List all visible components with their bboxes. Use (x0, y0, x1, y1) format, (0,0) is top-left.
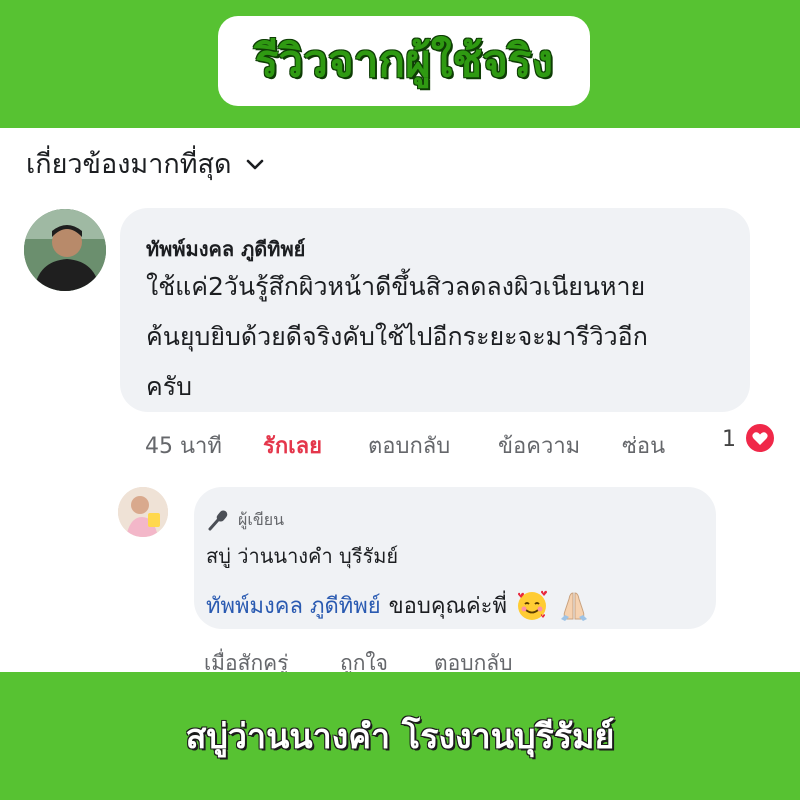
folded-hands-icon (561, 591, 588, 621)
header-title-box: รีวิวจากผู้ใช้จริง (218, 16, 590, 106)
microphone-icon (208, 510, 228, 531)
author-badge: ผู้เขียน (206, 507, 284, 533)
reply-text: ทัพพ์มงคล ภูดีทิพย์ ขอบคุณค่ะพี่ (206, 588, 591, 623)
heart-icon[interactable] (744, 422, 776, 454)
comment-line-1: ใช้แค่2วันรู้สึกผิวหน้าดีขึ้นสิวลดลงผิวเ… (146, 272, 646, 301)
sort-dropdown[interactable]: เกี่ยวข้องมากที่สุด (26, 142, 266, 185)
comment-reply-button[interactable]: ตอบกลับ (368, 428, 450, 463)
reply-message: ขอบคุณค่ะพี่ (388, 594, 508, 619)
comment-text: ใช้แค่2วันรู้สึกผิวหน้าดีขึ้นสิวลดลงผิวเ… (146, 262, 746, 412)
page-photo (118, 487, 168, 537)
commenter-avatar[interactable] (24, 209, 106, 291)
header-title: รีวิวจากผู้ใช้จริง (254, 36, 554, 87)
author-label: ผู้เขียน (238, 509, 285, 529)
reaction-count: 1 (722, 427, 736, 452)
footer-text: สบู่ว่านนางคำ โรงงานบุรีรัมย์ (185, 717, 615, 757)
comment-time[interactable]: 45 นาที (145, 428, 222, 463)
smiling-face-with-hearts-icon (518, 590, 548, 620)
sort-label: เกี่ยวข้องมากที่สุด (26, 149, 232, 180)
comment-author[interactable]: ทัพพ์มงคล ภูดีทิพย์ (146, 233, 305, 265)
comment-love-button[interactable]: รักเลย (263, 428, 322, 463)
comment-hide-button[interactable]: ซ่อน (622, 428, 665, 463)
reply-mention-link[interactable]: ทัพพ์มงคล ภูดีทิพย์ (206, 588, 381, 623)
page-avatar[interactable] (118, 487, 168, 537)
commenter-photo (24, 209, 106, 291)
chevron-down-icon (246, 159, 263, 169)
comment-message-button[interactable]: ข้อความ (498, 428, 580, 463)
comment-line-2: ค้นยุบยิบด้วยดีจริงคับใช้ไปอีกระยะจะมารี… (146, 322, 648, 351)
reply-author[interactable]: สบู่ ว่านนางคำ บุรีรัมย์ (206, 540, 398, 572)
comment-line-3: ครับ (146, 372, 193, 401)
